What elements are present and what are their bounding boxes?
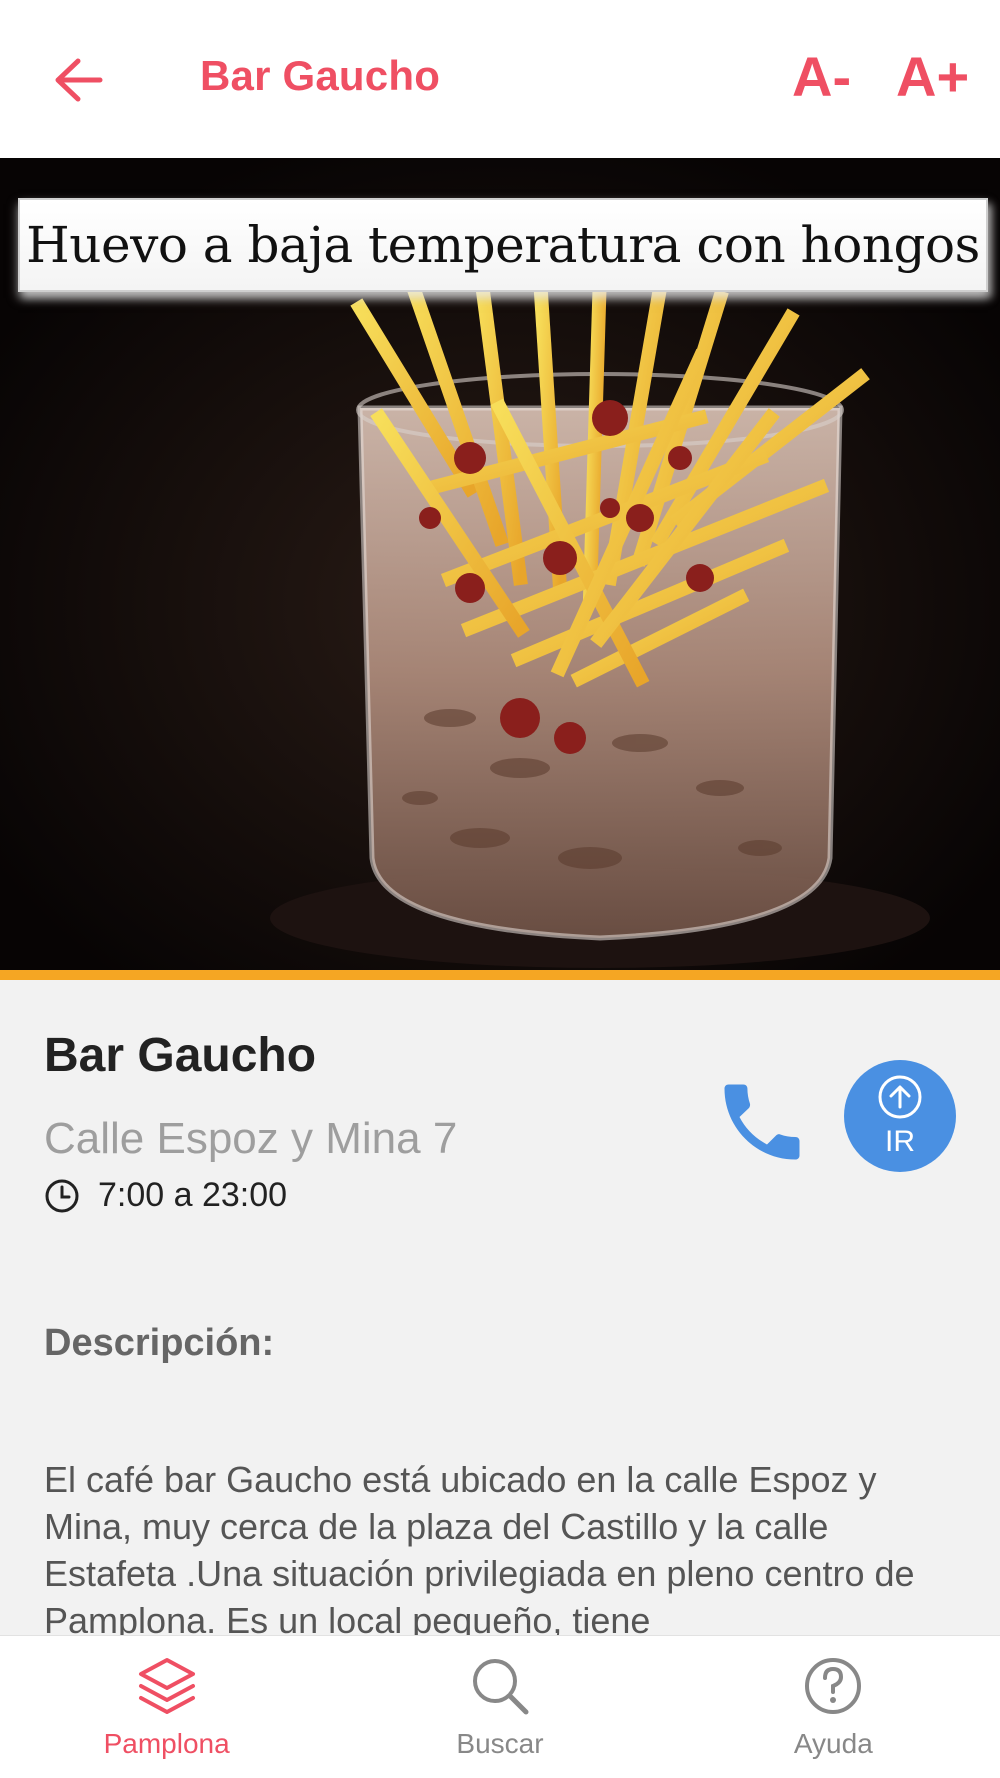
font-increase-button[interactable]: A+ [896,42,969,112]
dish-caption-text: Huevo a baja temperatura con hongos [26,216,980,274]
back-button[interactable] [46,48,110,112]
opening-hours: 7:00 a 23:00 [98,1176,288,1214]
go-button-label: IR [885,1125,915,1158]
dish-caption: Huevo a baja temperatura con hongos [18,198,988,292]
layers-icon [138,1658,195,1714]
search-icon [472,1659,529,1715]
hero-image: Huevo a baja temperatura con hongos [0,158,1000,970]
nav-item-pamplona[interactable]: Pamplona [0,1636,333,1778]
place-name: Bar Gaucho [44,1029,317,1082]
page-title: Bar Gaucho [200,52,441,99]
font-decrease-button[interactable]: A- [792,42,851,112]
nav-label-ayuda: Ayuda [793,1728,873,1759]
go-button[interactable]: IR [844,1060,956,1172]
navigate-up-icon [878,1075,922,1119]
description-title: Descripción: [44,1322,275,1364]
phone-icon [724,1084,800,1160]
accent-divider [0,970,1000,980]
nav-label-buscar: Buscar [456,1728,544,1759]
nav-label-pamplona: Pamplona [103,1728,230,1759]
nav-item-buscar[interactable]: Buscar [333,1636,666,1778]
help-icon [805,1658,862,1714]
place-info: Bar Gaucho Calle Espoz y Mina 7 7:00 a 2… [0,980,1000,1641]
clock-icon [45,1179,79,1212]
hours-row: 7:00 a 23:00 [44,1176,287,1215]
place-address: Calle Espoz y Mina 7 [44,1114,458,1163]
arrow-left-icon [55,58,103,102]
bottom-navigation: Pamplona Buscar Ayuda [0,1635,1000,1778]
nav-item-ayuda[interactable]: Ayuda [667,1636,1000,1778]
call-button[interactable] [712,1072,812,1172]
app-header: Bar Gaucho A- A+ [0,0,1000,158]
description-text: El café bar Gaucho está ubicado en la ca… [44,1459,915,1641]
